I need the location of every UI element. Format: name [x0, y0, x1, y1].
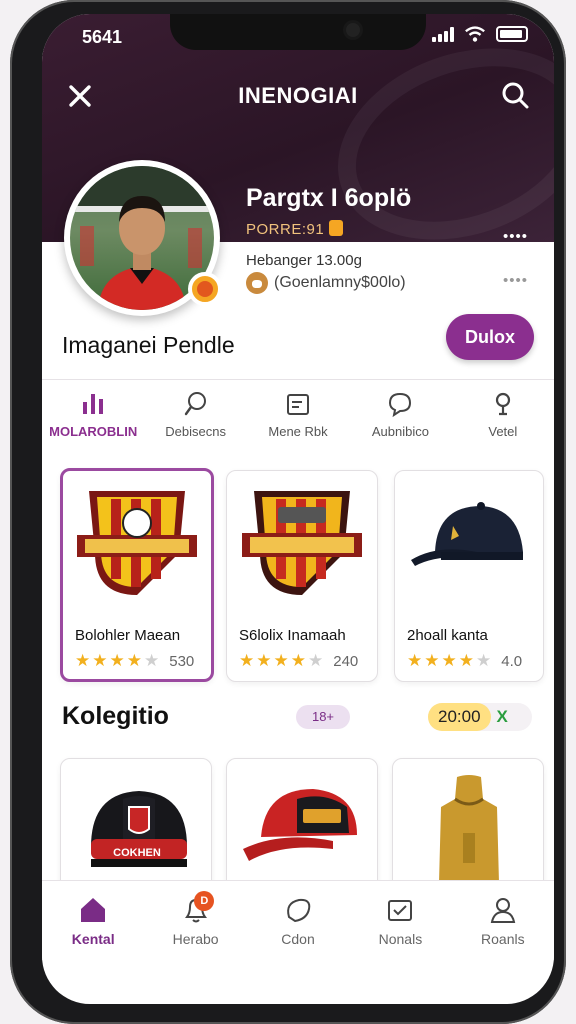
tab-aubnibico[interactable]: Aubnibico — [349, 390, 451, 450]
tab-molaroblin[interactable]: MOLAROBLIN — [42, 390, 144, 450]
section-title: Imaganei Pendle — [62, 332, 235, 358]
product-card[interactable]: 2hoall kanta ★ ★ ★ ★ ★ 4.0 — [394, 470, 544, 682]
chart-icon — [83, 394, 104, 414]
mustard-apron-image — [439, 775, 499, 883]
divider — [42, 379, 554, 380]
baseball-cap-image — [395, 471, 543, 611]
nav-label: Roanls — [481, 931, 525, 947]
tab-label: Mene Rbk — [268, 424, 328, 439]
collection-title: Kolegitio — [62, 702, 169, 730]
product-name: S6lolix Inamaah — [239, 627, 346, 644]
product-card[interactable]: S6lolix Inamaah ★ ★ ★ ★ ★ 240 — [226, 470, 378, 682]
nav-kental[interactable]: Kental — [42, 881, 144, 960]
close-pill-icon[interactable]: X — [497, 707, 508, 727]
count-pill[interactable]: 18+ — [296, 705, 350, 729]
wifi-icon — [465, 26, 485, 42]
club-crest-image — [63, 471, 211, 611]
profile-handle: (Goenlamny$00lo) — [274, 274, 406, 291]
mail-icon — [388, 900, 413, 921]
thumb-icon — [328, 220, 343, 236]
tab-label: Debisecns — [165, 424, 226, 439]
category-tabs: MOLAROBLIN Debisecns Mene Rbk Aubnibico … — [42, 390, 554, 450]
nav-herabo[interactable]: D Herabo — [144, 881, 246, 960]
home-indicator[interactable] — [176, 974, 356, 980]
product-name: Bolohler Maean — [75, 627, 181, 644]
profile-handle-row: (Goenlamny$00lo) — [246, 272, 406, 294]
price-value: 20:00 — [428, 703, 491, 731]
black-red-cap-image — [91, 791, 187, 867]
more-dots-icon[interactable]: •••• — [503, 272, 528, 289]
battery-icon — [496, 26, 528, 42]
verified-badge-icon — [188, 272, 222, 306]
tab-mene-rbk[interactable]: Mene Rbk — [247, 390, 349, 450]
nav-roanls[interactable]: Roanls — [452, 881, 554, 960]
nav-nonals[interactable]: Nonals — [349, 881, 451, 960]
more-dots-icon[interactable]: •••• — [503, 228, 528, 245]
nav-label: Herabo — [172, 931, 219, 947]
club-crest-image — [227, 471, 377, 611]
nav-label: Cdon — [281, 931, 315, 947]
follow-button[interactable]: Dulox — [446, 314, 534, 360]
price-pill[interactable]: 20:00 X — [428, 703, 532, 731]
tab-label: MOLAROBLIN — [49, 424, 138, 439]
product-card[interactable]: Bolohler Maean ★ ★ ★ ★ ★ 530 — [60, 468, 214, 682]
status-time: 5641 — [82, 27, 123, 47]
red-snapback-cap-image — [243, 789, 357, 861]
fox-icon — [246, 272, 268, 294]
phone-frame: 5641 INENOGIAI Pargtx I 6oplö PORRE:91 •… — [10, 0, 566, 1024]
screen-title: INENOGIAI — [238, 83, 358, 108]
nav-label: Nonals — [378, 931, 423, 947]
shield-icon — [287, 898, 311, 923]
tab-label: Aubnibico — [371, 424, 429, 439]
product-rating: ★ ★ ★ ★ ★ 4.0 — [407, 651, 523, 670]
product-name: 2hoall kanta — [407, 627, 488, 644]
app-screen: 5641 INENOGIAI Pargtx I 6oplö PORRE:91 •… — [42, 14, 554, 1004]
home-icon — [81, 898, 106, 922]
info-icon — [495, 392, 510, 416]
notification-badge: D — [194, 891, 215, 911]
edit-icon — [287, 394, 310, 415]
chat-icon — [389, 392, 412, 418]
signal-icon — [432, 26, 454, 42]
tab-label: Vetel — [488, 424, 518, 439]
bottom-navigation: Kental D Herabo Cdon Nonals Roanls — [42, 880, 554, 960]
tab-vetel[interactable]: Vetel — [452, 390, 554, 450]
search-icon[interactable] — [500, 80, 530, 110]
search-icon — [184, 392, 206, 416]
status-icons — [432, 25, 528, 43]
nav-label: Kental — [71, 931, 115, 947]
profile-subtitle: PORRE:91 — [246, 220, 343, 238]
product-rating: ★ ★ ★ ★ ★ 530 — [75, 651, 195, 670]
profile-name: Pargtx I 6oplö — [246, 184, 412, 212]
cap-label: COKHEN — [113, 847, 161, 859]
camera-notch — [170, 14, 426, 50]
nav-cdon[interactable]: Cdon — [247, 881, 349, 960]
tab-debisecns[interactable]: Debisecns — [144, 390, 246, 450]
product-rating: ★ ★ ★ ★ ★ 240 — [239, 651, 359, 670]
person-icon — [490, 898, 516, 923]
profile-meta: Hebanger 13.00g — [246, 252, 362, 269]
